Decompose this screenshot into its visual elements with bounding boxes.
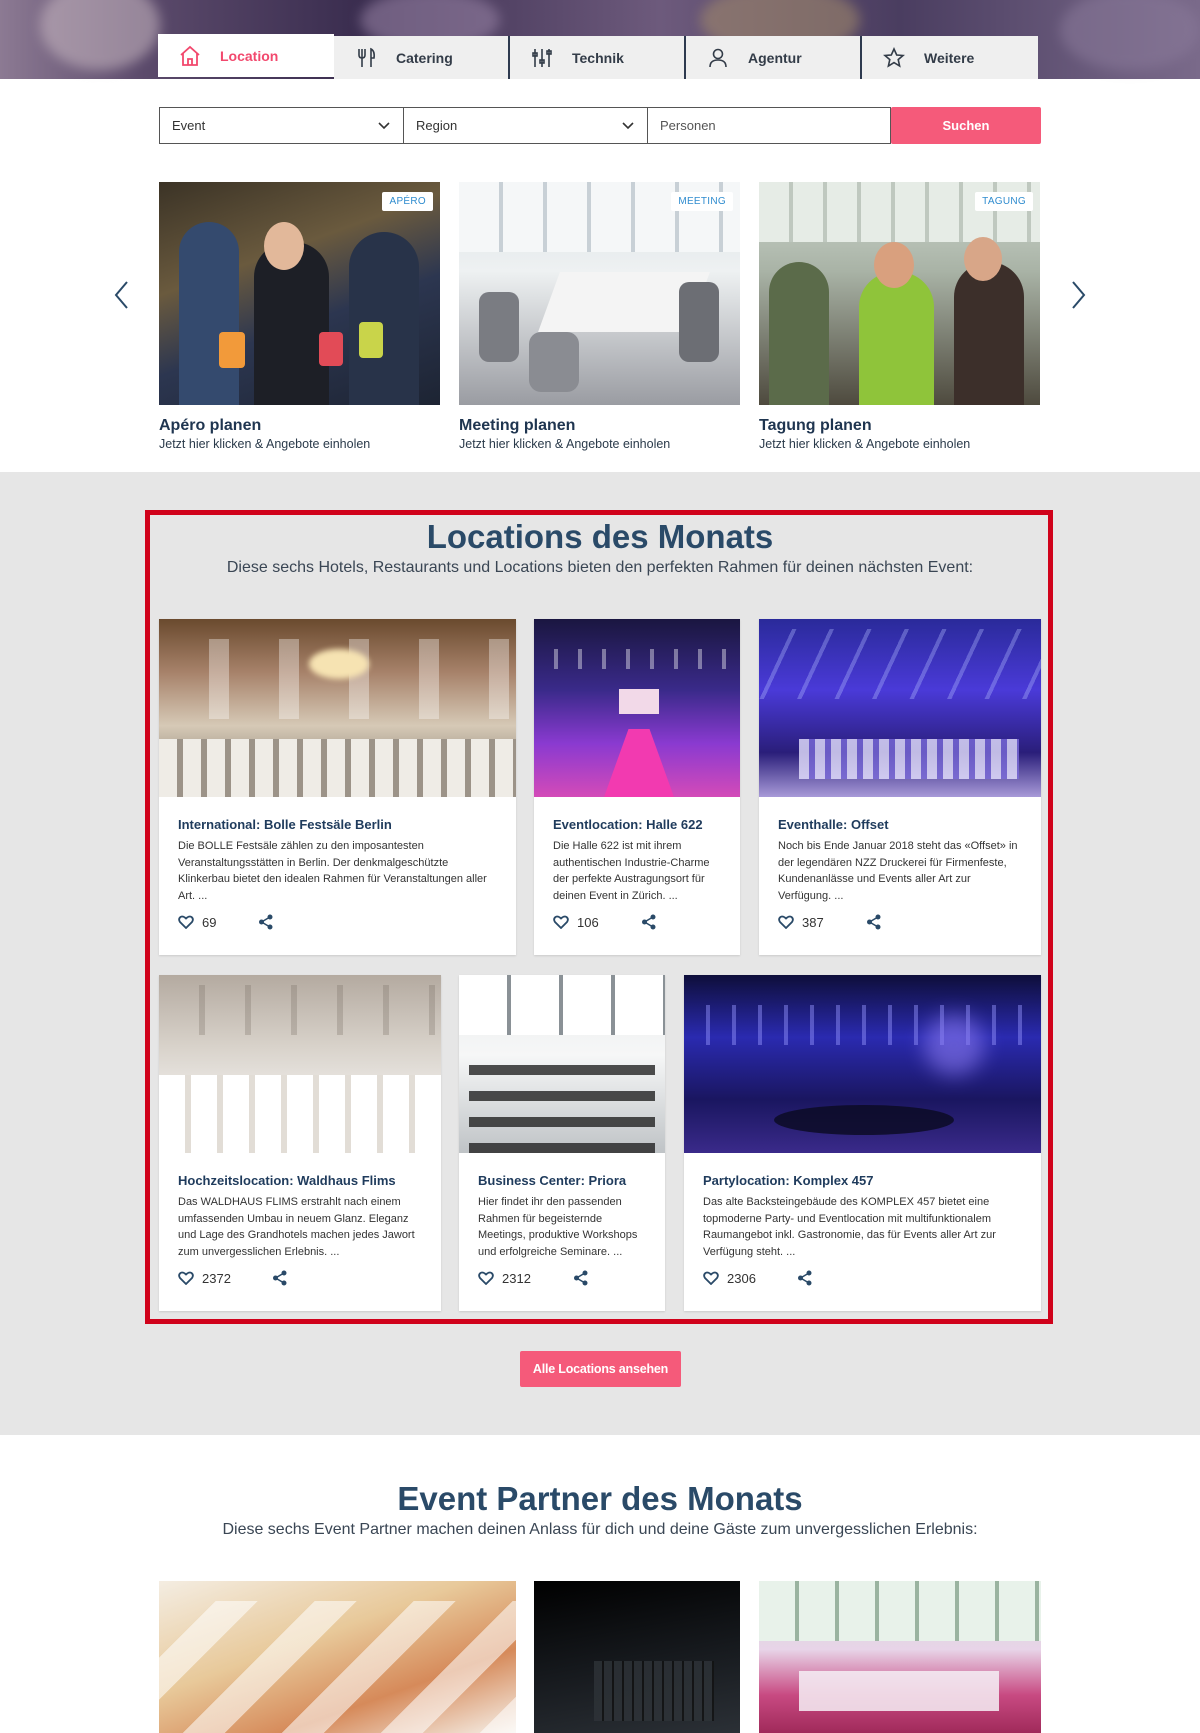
- person-icon: [709, 48, 727, 67]
- slide-badge: MEETING: [671, 192, 733, 211]
- location-title: Eventlocation: Halle 622: [553, 817, 703, 832]
- like-count: 2372: [202, 1270, 231, 1286]
- locations-title: Locations des Monats: [426, 518, 774, 555]
- location-card[interactable]: Partylocation: Komplex 457 Das alte Back…: [684, 975, 1041, 1311]
- sliders-icon: [532, 48, 552, 67]
- share-icon[interactable]: [866, 914, 882, 930]
- share-icon[interactable]: [797, 1270, 813, 1286]
- location-photo: [159, 975, 441, 1153]
- heart-icon: [478, 1271, 494, 1285]
- location-card[interactable]: Business Center: Priora Hier findet ihr …: [459, 975, 665, 1311]
- slide-subtitle: Jetzt hier klicken & Angebote einholen: [759, 437, 971, 451]
- location-title: International: Bolle Festsäle Berlin: [178, 817, 392, 832]
- slide-badge: APÉRO: [382, 192, 433, 211]
- tab-label: Location: [220, 47, 279, 64]
- tab-label: Catering: [396, 49, 453, 66]
- location-title: Business Center: Priora: [478, 1173, 627, 1188]
- slide-badge: TAGUNG: [975, 192, 1033, 211]
- location-photo: [159, 619, 516, 797]
- category-tabs: Location Catering Technik Agentur Weiter…: [158, 34, 1040, 79]
- location-photo: [459, 975, 665, 1153]
- slide-title: Meeting planen: [459, 417, 576, 434]
- share-icon[interactable]: [258, 914, 274, 930]
- tagung-photo: TAGUNG: [759, 182, 1040, 405]
- like-count: 2312: [502, 1270, 531, 1286]
- like-button[interactable]: 2306: [703, 1271, 797, 1286]
- like-button[interactable]: 2372: [178, 1271, 272, 1286]
- meeting-photo: MEETING: [459, 182, 740, 405]
- like-count: 387: [802, 914, 824, 930]
- like-button[interactable]: 2312: [478, 1271, 573, 1286]
- apero-photo: APÉRO: [159, 182, 440, 405]
- location-photo: [759, 619, 1041, 797]
- chevron-right-icon[interactable]: [1068, 280, 1088, 310]
- chevron-left-icon[interactable]: [112, 280, 132, 310]
- cutlery-icon: [358, 47, 375, 67]
- partners-subtitle: Diese sechs Event Partner machen deinen …: [222, 1521, 978, 1538]
- partner-photo-technik[interactable]: [534, 1581, 740, 1733]
- persons-placeholder: Personen: [660, 118, 716, 133]
- home-icon: [180, 45, 200, 66]
- location-title: Hochzeitslocation: Waldhaus Flims: [178, 1173, 396, 1188]
- like-button[interactable]: 106: [553, 915, 641, 930]
- like-button[interactable]: 69: [178, 915, 258, 930]
- like-count: 69: [202, 914, 217, 930]
- location-description: Noch bis Ende Januar 2018 steht das «Off…: [778, 840, 1018, 902]
- tab-label: Agentur: [748, 49, 802, 66]
- region-select[interactable]: Region: [404, 107, 648, 144]
- carousel-slide-apero[interactable]: APÉRO Apéro planen Jetzt hier klicken & …: [159, 182, 440, 451]
- like-button[interactable]: 387: [778, 915, 866, 930]
- location-card[interactable]: Eventlocation: Halle 622 Die Halle 622 i…: [534, 619, 740, 955]
- location-description: Das WALDHAUS FLIMS erstrahlt nach einem …: [178, 1196, 415, 1258]
- location-title: Partylocation: Komplex 457: [703, 1173, 874, 1188]
- event-select-value: Event: [172, 118, 206, 133]
- heart-icon: [553, 915, 569, 929]
- persons-input[interactable]: Personen: [648, 107, 891, 144]
- tab-catering[interactable]: Catering: [334, 36, 510, 79]
- search-bar: Event Region Personen Suchen: [159, 107, 1041, 144]
- chevron-down-icon: [378, 121, 390, 129]
- search-button[interactable]: Suchen: [891, 107, 1041, 144]
- location-card[interactable]: Eventhalle: Offset Noch bis Ende Januar …: [759, 619, 1041, 955]
- slide-title: Tagung planen: [759, 417, 872, 434]
- location-description: Die BOLLE Festsäle zählen zu den imposan…: [178, 840, 487, 902]
- slide-subtitle: Jetzt hier klicken & Angebote einholen: [159, 437, 371, 451]
- event-select[interactable]: Event: [159, 107, 404, 144]
- location-card[interactable]: International: Bolle Festsäle Berlin Die…: [159, 619, 516, 955]
- like-count: 106: [577, 914, 599, 930]
- slide-title: Apéro planen: [159, 417, 262, 434]
- heart-icon: [178, 1271, 194, 1285]
- location-title: Eventhalle: Offset: [778, 817, 889, 832]
- tab-location[interactable]: Location: [158, 34, 334, 77]
- star-icon: [883, 46, 905, 68]
- carousel-slide-tagung[interactable]: TAGUNG Tagung planen Jetzt hier klicken …: [759, 182, 1040, 451]
- tab-agentur[interactable]: Agentur: [686, 36, 862, 79]
- share-icon[interactable]: [641, 914, 657, 930]
- partners-title: Event Partner des Monats: [397, 1480, 803, 1517]
- tab-label: Technik: [572, 49, 624, 66]
- heart-icon: [703, 1271, 719, 1285]
- all-locations-button[interactable]: Alle Locations ansehen: [520, 1351, 681, 1387]
- tab-technik[interactable]: Technik: [510, 36, 686, 79]
- location-description: Hier findet ihr den passenden Rahmen für…: [478, 1196, 638, 1258]
- heart-icon: [778, 915, 794, 929]
- carousel-slide-meeting[interactable]: MEETING Meeting planen Jetzt hier klicke…: [459, 182, 740, 451]
- location-card[interactable]: Hochzeitslocation: Waldhaus Flims Das WA…: [159, 975, 441, 1311]
- tab-label: Weitere: [924, 49, 975, 66]
- like-count: 2306: [727, 1270, 756, 1286]
- region-select-value: Region: [416, 118, 458, 133]
- location-description: Das alte Backsteingebäude des KOMPLEX 45…: [703, 1196, 996, 1258]
- location-photo: [534, 619, 740, 797]
- locations-subtitle: Diese sechs Hotels, Restaurants und Loca…: [226, 559, 974, 576]
- location-description: Die Halle 622 ist mit ihrem authentische…: [553, 840, 710, 902]
- location-photo: [684, 975, 1041, 1153]
- partner-photo-lounge[interactable]: [759, 1581, 1041, 1733]
- heart-icon: [178, 915, 194, 929]
- tab-weitere[interactable]: Weitere: [862, 36, 1038, 79]
- share-icon[interactable]: [272, 1270, 288, 1286]
- share-icon[interactable]: [573, 1270, 589, 1286]
- slide-subtitle: Jetzt hier klicken & Angebote einholen: [459, 437, 671, 451]
- chevron-down-icon: [622, 121, 634, 129]
- partner-photo-catering[interactable]: [159, 1581, 516, 1733]
